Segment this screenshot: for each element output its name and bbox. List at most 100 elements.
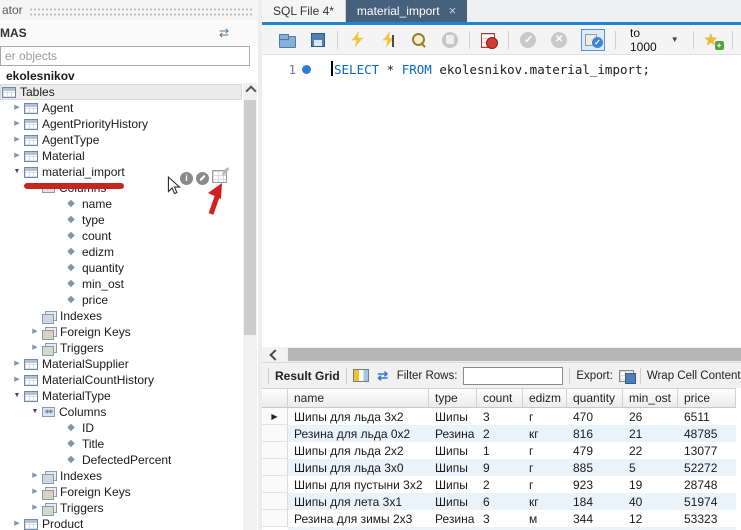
tree-item-indexes[interactable]: ▶Indexes — [0, 468, 242, 484]
scroll-left-icon[interactable] — [262, 347, 286, 362]
cell-name[interactable]: Шипы для льда 2x2 — [288, 442, 429, 459]
row-header-cell[interactable] — [262, 425, 288, 442]
cell-type[interactable]: Шипы — [429, 493, 477, 510]
cell-quantity[interactable]: 470 — [567, 408, 623, 425]
cell-quantity[interactable]: 923 — [567, 476, 623, 493]
execute-icon[interactable] — [348, 31, 366, 49]
tree-item-title[interactable]: ◆Title — [0, 436, 242, 452]
autocommit-icon[interactable] — [581, 29, 605, 51]
tree-expand-icon[interactable]: ▶ — [28, 500, 42, 516]
schemas-refresh-icon[interactable]: ⇄ — [216, 26, 232, 40]
tree-item-agenttype[interactable]: ▶AgentType — [0, 132, 242, 148]
cell-type[interactable]: Шипы — [429, 442, 477, 459]
stop-on-error-icon[interactable] — [480, 31, 498, 49]
row-header-cell[interactable] — [262, 493, 288, 510]
tree-item-defectedpercent[interactable]: ◆DefectedPercent — [0, 452, 242, 468]
row-header-cell[interactable] — [262, 442, 288, 459]
cell-count[interactable]: 1 — [477, 442, 523, 459]
cell-min_ost[interactable]: 19 — [623, 476, 678, 493]
cell-quantity[interactable]: 344 — [567, 510, 623, 527]
cell-name[interactable]: Шипы для лета 3x1 — [288, 493, 429, 510]
grid-view-icon[interactable] — [353, 369, 369, 382]
tree-expand-icon[interactable]: ▶ — [10, 356, 24, 372]
tree-expand-icon[interactable]: ▶ — [28, 340, 42, 356]
cell-type[interactable]: Шипы — [429, 476, 477, 493]
tree-item-agentpriorityhistory[interactable]: ▶AgentPriorityHistory — [0, 116, 242, 132]
tree-expand-icon[interactable]: ▶ — [28, 484, 42, 500]
tree-item-id[interactable]: ◆ID — [0, 420, 242, 436]
cell-name[interactable]: Резина для зимы 2x3 — [288, 510, 429, 527]
tab-material-import[interactable]: material_import × — [346, 0, 467, 22]
tree-expand-icon[interactable]: ▶ — [10, 100, 24, 116]
tree-expand-icon[interactable]: ▶ — [10, 116, 24, 132]
cell-quantity[interactable]: 816 — [567, 425, 623, 442]
tree-item-columns[interactable]: ▼Columns — [0, 404, 242, 420]
tree-expand-icon[interactable]: ▶ — [28, 468, 42, 484]
tree-item-tables[interactable]: Tables — [0, 84, 242, 100]
cell-price[interactable]: 51974 — [678, 493, 736, 510]
tree-item-material[interactable]: ▶Material — [0, 148, 242, 164]
tree-expand-icon[interactable]: ▶ — [10, 372, 24, 388]
save-icon[interactable] — [309, 31, 327, 49]
tree-item-agent[interactable]: ▶Agent — [0, 100, 242, 116]
tree-collapse-icon[interactable]: ▼ — [10, 164, 24, 180]
cell-count[interactable]: 2 — [477, 476, 523, 493]
column-header-name[interactable]: name — [288, 388, 429, 408]
scroll-up-icon[interactable] — [246, 85, 254, 93]
column-header-type[interactable]: type — [429, 388, 477, 408]
cell-count[interactable]: 9 — [477, 459, 523, 476]
tree-item-materialcounthistory[interactable]: ▶MaterialCountHistory — [0, 372, 242, 388]
column-header-quantity[interactable]: quantity — [567, 388, 623, 408]
tree-item-quantity[interactable]: ◆quantity — [0, 260, 242, 276]
cell-edizm[interactable]: г — [523, 408, 567, 425]
column-header-edizm[interactable]: edizm — [523, 388, 567, 408]
sql-editor[interactable]: 1 SELECT * FROM ekolesnikov.material_imp… — [262, 55, 741, 347]
tab-sql-file[interactable]: SQL File 4* — [262, 0, 346, 22]
tree-item-triggers[interactable]: ▶Triggers — [0, 340, 242, 356]
column-header-price[interactable]: price — [678, 388, 736, 408]
table-row[interactable]: ▶Шипы для льда 3x2Шипы3г470266511 — [262, 408, 741, 425]
tree-scrollbar[interactable] — [243, 83, 257, 530]
cell-price[interactable]: 6511 — [678, 408, 736, 425]
cell-count[interactable]: 3 — [477, 510, 523, 527]
cell-edizm[interactable]: г — [523, 442, 567, 459]
cell-type[interactable]: Резина — [429, 425, 477, 442]
tree-item-edizm[interactable]: ◆edizm — [0, 244, 242, 260]
tree-item-min-ost[interactable]: ◆min_ost — [0, 276, 242, 292]
cell-price[interactable]: 48785 — [678, 425, 736, 442]
editor-horizontal-scrollbar[interactable] — [262, 347, 741, 362]
column-header-count[interactable]: count — [477, 388, 523, 408]
tree-item-materialsupplier[interactable]: ▶MaterialSupplier — [0, 356, 242, 372]
cell-edizm[interactable]: г — [523, 476, 567, 493]
explain-icon[interactable] — [410, 31, 428, 49]
execute-current-icon[interactable] — [379, 31, 397, 49]
cell-price[interactable]: 13077 — [678, 442, 736, 459]
table-row[interactable]: Шипы для пустыни 3x2Шипы2г9231928748 — [262, 476, 741, 493]
schema-filter-input[interactable] — [0, 46, 250, 66]
cell-min_ost[interactable]: 22 — [623, 442, 678, 459]
tree-expand-icon[interactable]: ▶ — [10, 132, 24, 148]
cell-min_ost[interactable]: 40 — [623, 493, 678, 510]
cell-type[interactable]: Шипы — [429, 408, 477, 425]
hscroll-thumb[interactable] — [288, 348, 741, 361]
cell-edizm[interactable]: кг — [523, 493, 567, 510]
tree-item-indexes[interactable]: Indexes — [0, 308, 242, 324]
cell-edizm[interactable]: м — [523, 510, 567, 527]
tree-item-product[interactable]: ▶Product — [0, 516, 242, 530]
filter-rows-input[interactable] — [463, 367, 563, 385]
refresh-grid-icon[interactable]: ⇄ — [375, 368, 391, 384]
cell-count[interactable]: 6 — [477, 493, 523, 510]
cell-min_ost[interactable]: 21 — [623, 425, 678, 442]
cell-edizm[interactable]: кг — [523, 425, 567, 442]
row-header-cell[interactable] — [262, 459, 288, 476]
tree-item-triggers[interactable]: ▶Triggers — [0, 500, 242, 516]
tree-item-price[interactable]: ◆price — [0, 292, 242, 308]
cell-edizm[interactable]: г — [523, 459, 567, 476]
row-header-cell[interactable] — [262, 476, 288, 493]
export-icon[interactable] — [619, 370, 634, 382]
row-header-cell[interactable]: ▶ — [262, 408, 288, 425]
limit-rows-combo[interactable]: Limit to 1000 rows▼ — [626, 25, 683, 55]
cell-name[interactable]: Шипы для льда 3x0 — [288, 459, 429, 476]
tree-expand-icon[interactable]: ▶ — [10, 148, 24, 164]
cell-min_ost[interactable]: 26 — [623, 408, 678, 425]
